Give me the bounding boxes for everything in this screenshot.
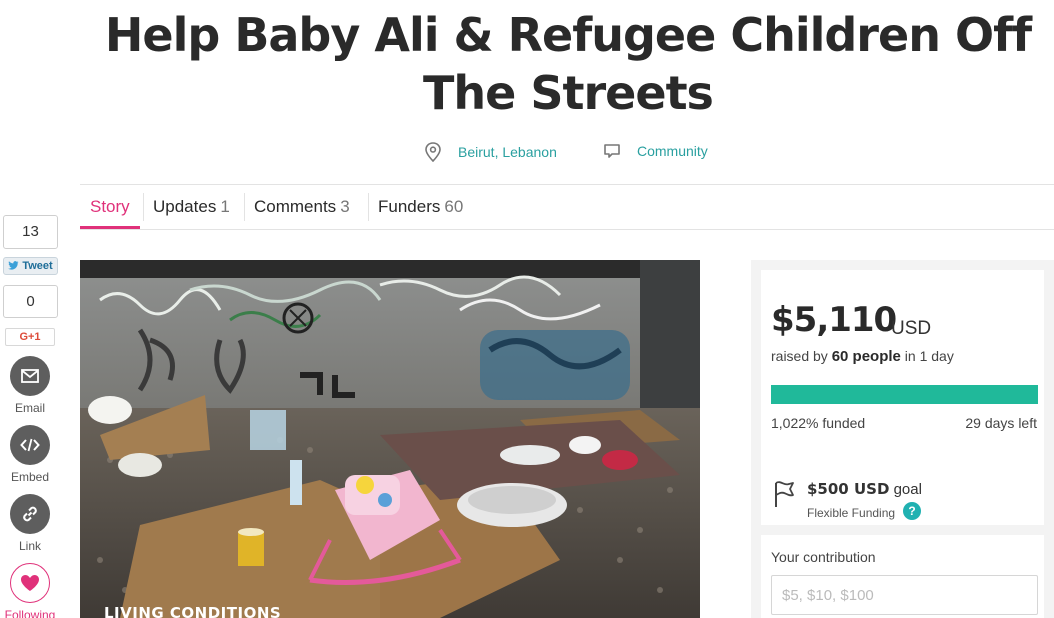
- follow-button[interactable]: [10, 563, 50, 603]
- funding-type: Flexible Funding: [807, 506, 896, 520]
- raised-prefix: raised by: [771, 348, 828, 364]
- envelope-icon: [21, 369, 39, 383]
- contribution-input[interactable]: [771, 575, 1038, 615]
- help-icon[interactable]: ?: [903, 502, 921, 520]
- amount-raised: $5,110: [771, 300, 897, 340]
- category-link[interactable]: Community: [603, 142, 708, 160]
- photo-illustration: [80, 260, 700, 618]
- location-link[interactable]: Beirut, Lebanon: [424, 142, 557, 162]
- tab-story[interactable]: Story: [80, 185, 140, 229]
- contribution-label: Your contribution: [771, 549, 876, 565]
- gplus-count: 0: [3, 285, 58, 318]
- email-button[interactable]: [10, 356, 50, 396]
- goal-amount: $500 USD: [807, 480, 890, 498]
- location-pin-icon: [425, 142, 441, 162]
- tweet-button[interactable]: Tweet: [3, 257, 58, 275]
- contribution-card: Your contribution: [761, 535, 1044, 618]
- funding-sidebar: $5,110 USD raised by 60 people in 1 day …: [751, 260, 1054, 618]
- funded-percent: 1,022% funded: [771, 415, 866, 431]
- email-label: Email: [14, 401, 45, 415]
- tab-updates[interactable]: Updates 1: [143, 185, 240, 229]
- tweet-label: Tweet: [22, 260, 53, 272]
- link-button[interactable]: [10, 494, 50, 534]
- code-icon: [20, 438, 40, 452]
- tab-comments[interactable]: Comments 3: [244, 185, 360, 229]
- days-left: 29 days left: [965, 415, 1037, 431]
- raised-suffix: in 1 day: [904, 348, 954, 364]
- flag-icon: [775, 481, 794, 507]
- embed-label: Embed: [10, 470, 50, 484]
- campaign-page: Help Baby Ali & Refugee Children Off The…: [0, 0, 1054, 618]
- tab-funders-label: Funders: [378, 197, 441, 216]
- tweet-count: 13: [3, 215, 58, 249]
- tab-comments-label: Comments: [254, 197, 337, 216]
- funding-progress-fill: [771, 385, 1038, 404]
- twitter-bird-icon: [8, 261, 19, 270]
- funding-progress-bar: [771, 385, 1038, 404]
- heart-icon: [21, 575, 39, 591]
- following-label: Following: [4, 608, 56, 618]
- category-label: Community: [637, 143, 708, 159]
- currency-label: USD: [891, 318, 932, 339]
- campaign-tabs: Story Updates 1 Comments 3 Funders 60: [80, 184, 1054, 230]
- tab-funders-count: 60: [444, 197, 464, 216]
- link-label: Link: [18, 539, 41, 553]
- campaign-meta: Beirut, Lebanon Community: [0, 142, 1054, 166]
- tab-funders[interactable]: Funders 60: [368, 185, 473, 229]
- funder-count: 60 people: [831, 348, 901, 365]
- tab-updates-count: 1: [220, 197, 230, 216]
- raised-by-text: raised by 60 people in 1 day: [771, 348, 954, 365]
- photo-caption: LIVING CONDITIONS: [104, 604, 282, 618]
- chain-link-icon: [23, 506, 37, 522]
- funding-card: $5,110 USD raised by 60 people in 1 day …: [761, 270, 1044, 525]
- campaign-photo: LIVING CONDITIONS: [80, 260, 700, 618]
- speech-bubble-icon: [604, 144, 620, 158]
- goal-word: goal: [893, 481, 922, 498]
- embed-button[interactable]: [10, 425, 50, 465]
- gplus-button[interactable]: G+1: [5, 328, 55, 346]
- tab-story-label: Story: [90, 197, 130, 216]
- tab-updates-label: Updates: [153, 197, 217, 216]
- tab-comments-count: 3: [340, 197, 350, 216]
- location-label: Beirut, Lebanon: [458, 144, 557, 160]
- page-title: Help Baby Ali & Refugee Children Off The…: [104, 8, 1032, 120]
- goal-text: $500 USD goal: [807, 480, 922, 498]
